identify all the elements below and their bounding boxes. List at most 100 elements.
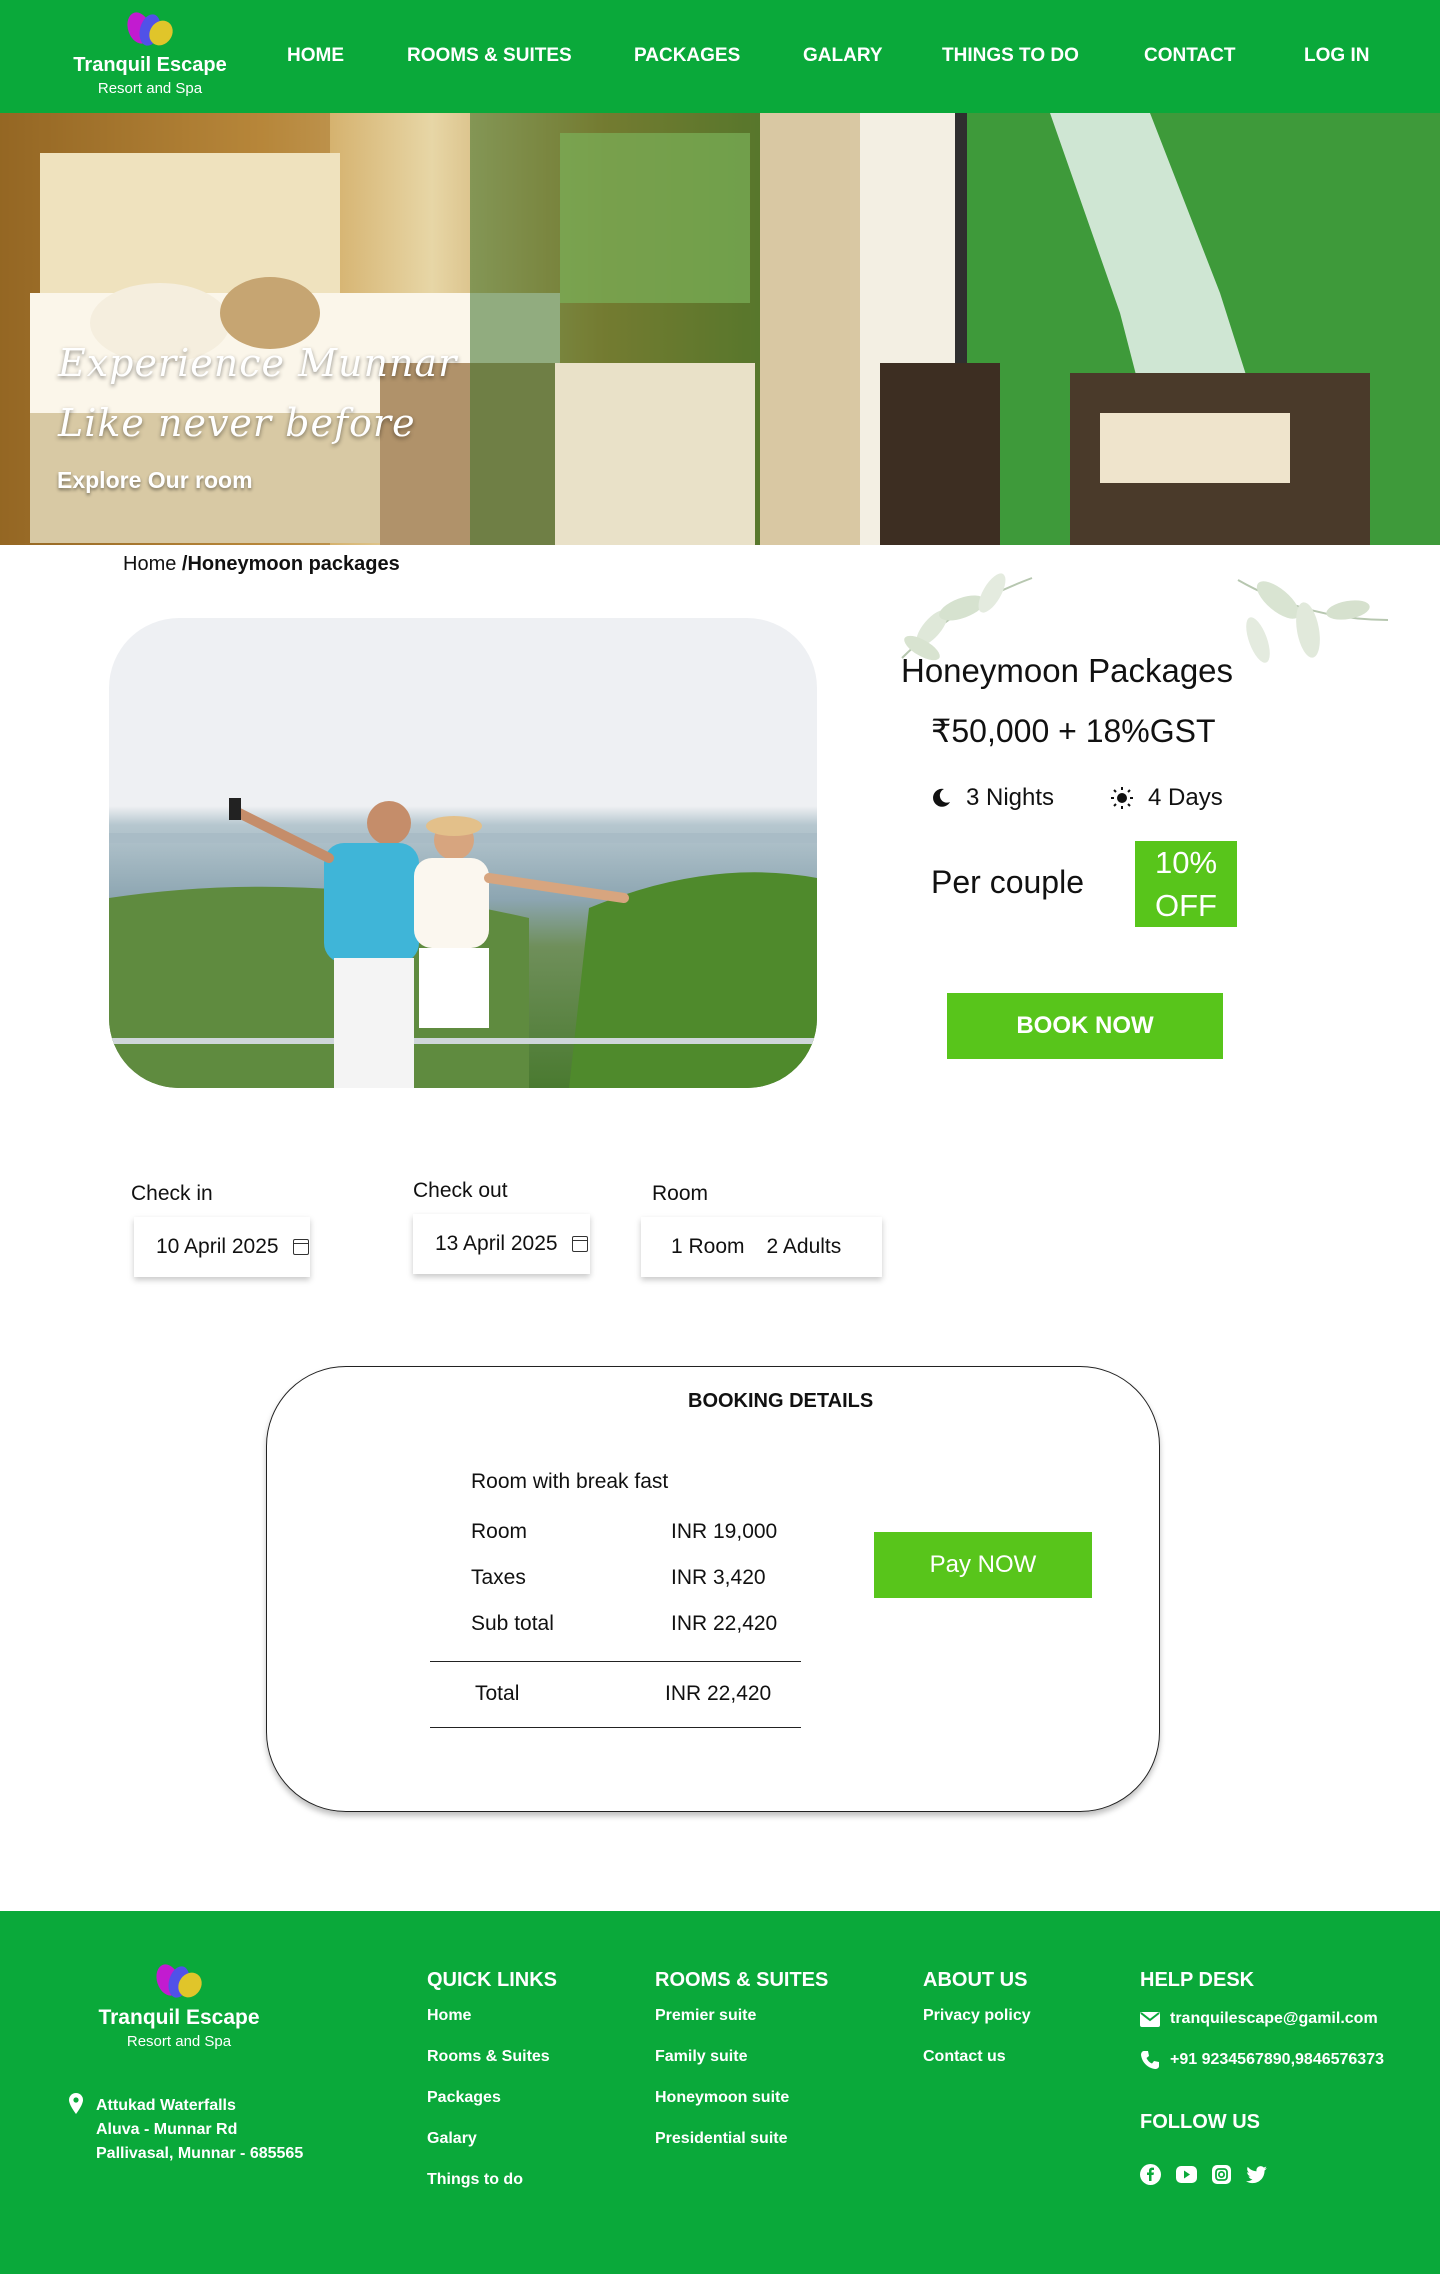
mail-icon	[1140, 2011, 1160, 2027]
days-label: 4 Days	[1148, 784, 1223, 811]
footer-brand-name: Tranquil Escape	[98, 2006, 260, 2029]
booking-row-value: INR 22,420	[671, 1612, 778, 1635]
nav-things-to-do[interactable]: THINGS TO DO	[942, 45, 1079, 67]
nav-galary[interactable]: GALARY	[803, 45, 883, 67]
footer-link-premier[interactable]: Premier suite	[655, 2007, 828, 2048]
footer-help-desk: HELP DESK	[1140, 1969, 1254, 2007]
room-count: 1 Room	[671, 1235, 745, 1258]
package-days: 4 Days	[1110, 784, 1223, 812]
room-guests-field[interactable]: 1 Room 2 Adults	[641, 1217, 882, 1277]
booking-subtitle: Room with break fast	[471, 1470, 669, 1493]
calendar-icon[interactable]	[292, 1239, 309, 1255]
nav-login[interactable]: LOG IN	[1304, 45, 1369, 67]
discount-percent: 10%	[1154, 845, 1218, 880]
address-line: Aluva - Munnar Rd	[96, 2121, 238, 2138]
follow-us-title: FOLLOW US	[1140, 2111, 1260, 2133]
nav-rooms-suites[interactable]: ROOMS & SUITES	[407, 45, 572, 67]
total-value: INR 22,420	[665, 1682, 772, 1705]
footer-link-galary[interactable]: Galary	[427, 2130, 557, 2171]
breadcrumb-home[interactable]: Home	[123, 553, 176, 575]
phone-icon	[1141, 2051, 1159, 2069]
brand-logo[interactable]: Tranquil Escape Resort and Spa	[70, 9, 230, 97]
footer-brand-tagline: Resort and Spa	[126, 2033, 232, 2050]
checkout-value: 13 April 2025	[435, 1232, 558, 1255]
package-title: Honeymoon Packages	[901, 652, 1234, 689]
breadcrumb: Home /Honeymoon packages	[123, 553, 400, 576]
calendar-icon[interactable]	[571, 1236, 588, 1252]
address-line: Attukad Waterfalls	[96, 2097, 236, 2114]
footer-link-things-to-do[interactable]: Things to do	[427, 2171, 557, 2212]
nav-packages[interactable]: PACKAGES	[634, 45, 740, 67]
footer-quick-links: QUICK LINKS Home Rooms & Suites Packages…	[427, 1969, 557, 2212]
couple-illustration	[109, 798, 817, 1088]
footer-logo[interactable]: Tranquil Escape Resort and Spa	[94, 1961, 264, 2050]
checkin-value: 10 April 2025	[156, 1235, 279, 1258]
footer-link-packages[interactable]: Packages	[427, 2089, 557, 2130]
footer-rooms-suites: ROOMS & SUITES Premier suite Family suit…	[655, 1969, 828, 2171]
booking-title: BOOKING DETAILS	[688, 1390, 874, 1412]
about-title: ABOUT US	[923, 1969, 1028, 1991]
quick-links-title: QUICK LINKS	[427, 1969, 557, 1991]
social-links	[1140, 2164, 1267, 2185]
divider	[430, 1727, 801, 1728]
footer-link-home[interactable]: Home	[427, 2007, 557, 2048]
booking-row-value: INR 3,420	[671, 1566, 766, 1589]
checkin-field[interactable]: 10 April 2025	[134, 1217, 310, 1277]
discount-badge: 10% OFF	[1135, 841, 1237, 927]
help-email[interactable]: tranquilescape@gamil.com	[1140, 2010, 1378, 2028]
booking-row-value: INR 19,000	[671, 1520, 778, 1543]
moon-icon	[933, 788, 950, 807]
facebook-icon[interactable]	[1140, 2164, 1161, 2185]
total-label: Total	[475, 1682, 520, 1705]
booking-row-label: Sub total	[471, 1612, 554, 1635]
instagram-icon[interactable]	[1212, 2165, 1231, 2184]
footer-link-honeymoon[interactable]: Honeymoon suite	[655, 2089, 828, 2130]
divider	[430, 1661, 801, 1662]
page: Tranquil Escape Resort and Spa HOME ROOM…	[0, 0, 1440, 2274]
leaf-branch-icon	[901, 573, 1033, 661]
nav-contact[interactable]: CONTACT	[1144, 45, 1235, 67]
footer-link-family[interactable]: Family suite	[655, 2048, 828, 2089]
sun-icon	[1111, 787, 1133, 809]
honeymoon-couple-photo	[109, 618, 817, 1088]
package-price: ₹50,000 + 18%GST	[931, 713, 1216, 749]
footer-link-rooms[interactable]: Rooms & Suites	[427, 2048, 557, 2089]
explore-room-link[interactable]: Explore Our room	[57, 467, 253, 494]
rooms-suites-title: ROOMS & SUITES	[655, 1969, 829, 1991]
footer-link-presidential[interactable]: Presidential suite	[655, 2130, 828, 2171]
hero-headline-line1: Experience Munnar	[58, 341, 458, 385]
footer-link-contact[interactable]: Contact us	[923, 2048, 1031, 2089]
nights-label: 3 Nights	[966, 784, 1055, 811]
youtube-icon[interactable]	[1176, 2166, 1197, 2183]
brand-name: Tranquil Escape	[73, 54, 227, 76]
per-couple-label: Per couple	[931, 864, 1084, 900]
hero-banner: Experience Munnar Like never before Expl…	[0, 113, 1440, 545]
room-label: Room	[652, 1182, 709, 1205]
checkout-label: Check out	[413, 1179, 508, 1202]
address-line: Pallivasal, Munnar - 685565	[96, 2145, 304, 2162]
twitter-icon[interactable]	[1246, 2164, 1267, 2185]
help-desk-title: HELP DESK	[1140, 1969, 1255, 1991]
breadcrumb-current: /Honeymoon packages	[181, 553, 400, 575]
logo-mark-icon	[122, 9, 178, 50]
guest-count: 2 Adults	[766, 1235, 842, 1258]
hero-headline: Experience Munnar Like never before	[58, 333, 457, 453]
checkout-field[interactable]: 13 April 2025	[413, 1214, 590, 1274]
booking-row-label: Room	[471, 1520, 528, 1543]
package-nights: 3 Nights	[930, 784, 1054, 812]
help-phone[interactable]: +91 9234567890,9846576373	[1140, 2050, 1384, 2070]
checkin-label: Check in	[131, 1182, 213, 1205]
discount-off: OFF	[1155, 888, 1217, 923]
nav-home[interactable]: HOME	[287, 45, 344, 67]
logo-mark-icon	[151, 1961, 207, 2002]
book-now-button[interactable]: BOOK NOW	[947, 993, 1223, 1059]
help-phone-text: +91 9234567890,9846576373	[1170, 2051, 1384, 2068]
brand-tagline: Resort and Spa	[97, 80, 203, 97]
booking-row-label: Taxes	[471, 1566, 526, 1589]
footer-address: Attukad Waterfalls Aluva - Munnar Rd Pal…	[96, 2094, 303, 2166]
pay-now-button[interactable]: Pay NOW	[874, 1532, 1092, 1598]
site-footer: Tranquil Escape Resort and Spa Attukad W…	[0, 1911, 1440, 2274]
leaf-branch-icon	[1237, 579, 1389, 663]
location-pin-icon	[69, 2093, 83, 2114]
footer-link-privacy[interactable]: Privacy policy	[923, 2007, 1031, 2048]
